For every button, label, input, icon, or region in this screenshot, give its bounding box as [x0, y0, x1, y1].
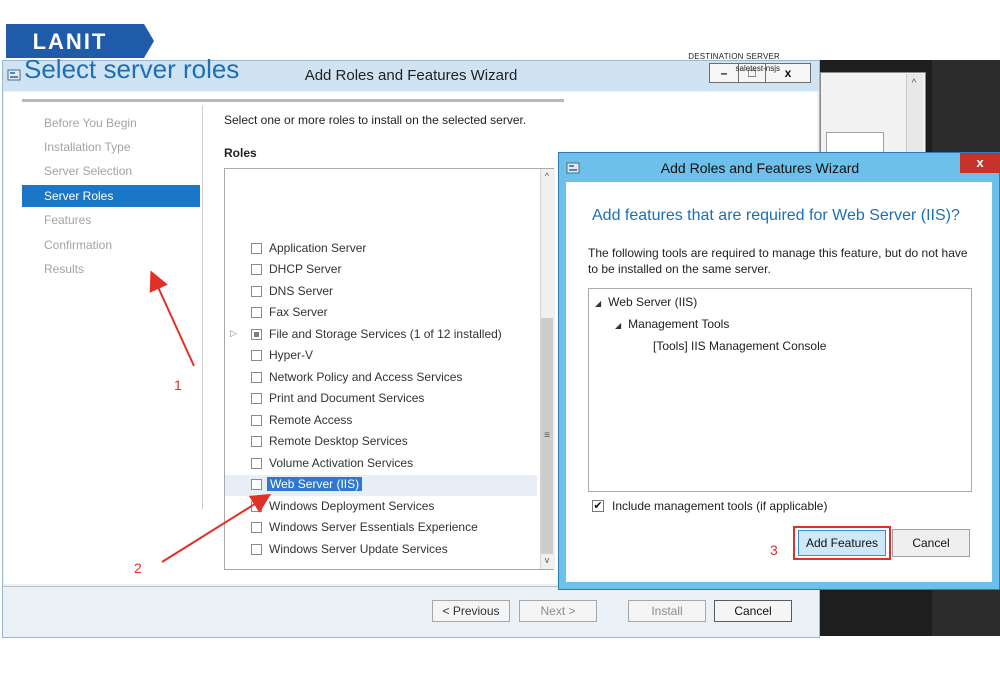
role-label: DHCP Server — [269, 262, 342, 276]
role-checkbox[interactable] — [251, 544, 262, 555]
role-row-application-server[interactable]: Application Server — [225, 239, 537, 260]
logo-text: LANIT — [33, 29, 108, 54]
role-label: Fax Server — [269, 305, 328, 319]
role-checkbox[interactable] — [251, 479, 262, 490]
nav-item-installation-type[interactable]: Installation Type — [22, 136, 200, 158]
role-checkbox[interactable] — [251, 458, 262, 469]
title-divider — [22, 99, 564, 102]
page-title: Select server roles — [24, 54, 240, 84]
dialog-close-button[interactable]: x — [960, 153, 1000, 173]
feature-tree: ◢ Web Server (IIS) ◢ Management Tools [Too… — [588, 288, 972, 492]
nav-item-before-you-begin[interactable]: Before You Begin — [22, 112, 200, 134]
annotation-label-1: 1 — [174, 377, 182, 393]
dialog-description: The following tools are required to mana… — [588, 246, 968, 276]
tree-expanded-icon[interactable]: ◢ — [615, 321, 621, 330]
role-row-network-policy[interactable]: Network Policy and Access Services — [225, 368, 537, 389]
scroll-grip-icon: ≡ — [544, 430, 550, 441]
roles-heading: Roles — [224, 146, 257, 160]
nav-item-results[interactable]: Results — [22, 258, 200, 280]
role-row-dhcp-server[interactable]: DHCP Server — [225, 260, 537, 281]
role-row-remote-desktop[interactable]: Remote Desktop Services — [225, 432, 537, 453]
role-checkbox-partial[interactable] — [251, 329, 262, 340]
nav-item-confirmation[interactable]: Confirmation — [22, 234, 200, 256]
role-checkbox[interactable] — [251, 307, 262, 318]
next-button[interactable]: Next > — [519, 600, 597, 622]
role-row-web-server-iis[interactable]: Web Server (IIS) — [225, 475, 537, 496]
role-row-update-services[interactable]: Windows Server Update Services — [225, 540, 537, 561]
tree-item-label: [Tools] IIS Management Console — [653, 339, 827, 353]
annotation-label-2: 2 — [134, 560, 142, 576]
tree-item-iis-console[interactable]: [Tools] IIS Management Console — [653, 339, 826, 353]
role-checkbox[interactable] — [251, 264, 262, 275]
annotation-label-3: 3 — [770, 542, 778, 558]
role-label: Windows Deployment Services — [269, 499, 435, 513]
role-label-selected: Web Server (IIS) — [267, 477, 363, 491]
previous-button[interactable]: < Previous — [432, 600, 510, 622]
role-checkbox[interactable] — [251, 522, 262, 533]
role-checkbox[interactable] — [251, 501, 262, 512]
dialog-heading: Add features that are required for Web S… — [592, 207, 960, 224]
role-row-print-document[interactable]: Print and Document Services — [225, 389, 537, 410]
tree-expanded-icon[interactable]: ◢ — [595, 299, 601, 308]
role-row-dns-server[interactable]: DNS Server — [225, 282, 537, 303]
roles-list: Application Server DHCP Server DNS Serve… — [224, 168, 554, 570]
nav-divider — [202, 105, 203, 509]
add-features-highlight — [793, 526, 891, 560]
role-row-essentials-experience[interactable]: Windows Server Essentials Experience — [225, 518, 537, 539]
install-button[interactable]: Install — [628, 600, 706, 622]
role-row-hyper-v[interactable]: Hyper-V — [225, 346, 537, 367]
role-label: Windows Server Update Services — [269, 542, 448, 556]
role-label: Remote Access — [269, 413, 353, 427]
role-checkbox[interactable] — [251, 372, 262, 383]
role-checkbox[interactable] — [251, 436, 262, 447]
dialog-title: Add Roles and Features Wizard — [660, 160, 860, 176]
role-label: File and Storage Services (1 of 12 insta… — [269, 327, 502, 341]
role-label: Remote Desktop Services — [269, 434, 408, 448]
scroll-up-icon[interactable]: ^ — [540, 171, 554, 183]
include-tools-checkbox[interactable]: ✔ — [592, 500, 604, 512]
role-row-fax-server[interactable]: Fax Server — [225, 303, 537, 324]
role-label: Hyper-V — [269, 348, 314, 362]
role-label: Print and Document Services — [269, 391, 425, 405]
cancel-button[interactable]: Cancel — [714, 600, 792, 622]
role-checkbox[interactable] — [251, 393, 262, 404]
role-row-volume-activation[interactable]: Volume Activation Services — [225, 454, 537, 475]
tree-item-label: Web Server (IIS) — [608, 295, 698, 309]
role-label: Application Server — [269, 241, 367, 255]
role-checkbox[interactable] — [251, 243, 262, 254]
role-checkbox[interactable] — [251, 286, 262, 297]
tree-item-web-server[interactable]: ◢ Web Server (IIS) — [595, 295, 697, 309]
role-label: Network Policy and Access Services — [269, 370, 463, 384]
role-label: Volume Activation Services — [269, 456, 414, 470]
destination-server-name: saletest-nsjs — [735, 64, 780, 73]
nav-item-server-selection[interactable]: Server Selection — [22, 160, 200, 182]
role-checkbox[interactable] — [251, 350, 262, 361]
role-checkbox[interactable] — [251, 415, 262, 426]
background-scroll-up-icon[interactable]: ^ — [906, 76, 922, 92]
lanit-logo: LANIT — [6, 24, 154, 58]
role-label: DNS Server — [269, 284, 334, 298]
expand-arrow-icon[interactable]: ▷ — [230, 328, 237, 339]
roles-description: Select one or more roles to install on t… — [224, 113, 527, 127]
nav-item-features[interactable]: Features — [22, 209, 200, 231]
role-label: Windows Server Essentials Experience — [269, 520, 478, 534]
tree-item-management-tools[interactable]: ◢ Management Tools — [615, 317, 729, 331]
dialog-cancel-button[interactable]: Cancel — [892, 529, 970, 557]
role-row-windows-deployment[interactable]: Windows Deployment Services — [225, 497, 537, 518]
role-row-remote-access[interactable]: Remote Access — [225, 411, 537, 432]
nav-item-server-roles[interactable]: Server Roles — [22, 185, 200, 207]
include-tools-label: Include management tools (if applicable) — [612, 499, 828, 513]
role-row-file-and-storage[interactable]: ▷ File and Storage Services (1 of 12 inst… — [225, 325, 537, 346]
tree-item-label: Management Tools — [628, 317, 730, 331]
scroll-down-icon[interactable]: v — [540, 555, 554, 567]
destination-server-label: DESTINATION SERVER — [688, 52, 780, 61]
